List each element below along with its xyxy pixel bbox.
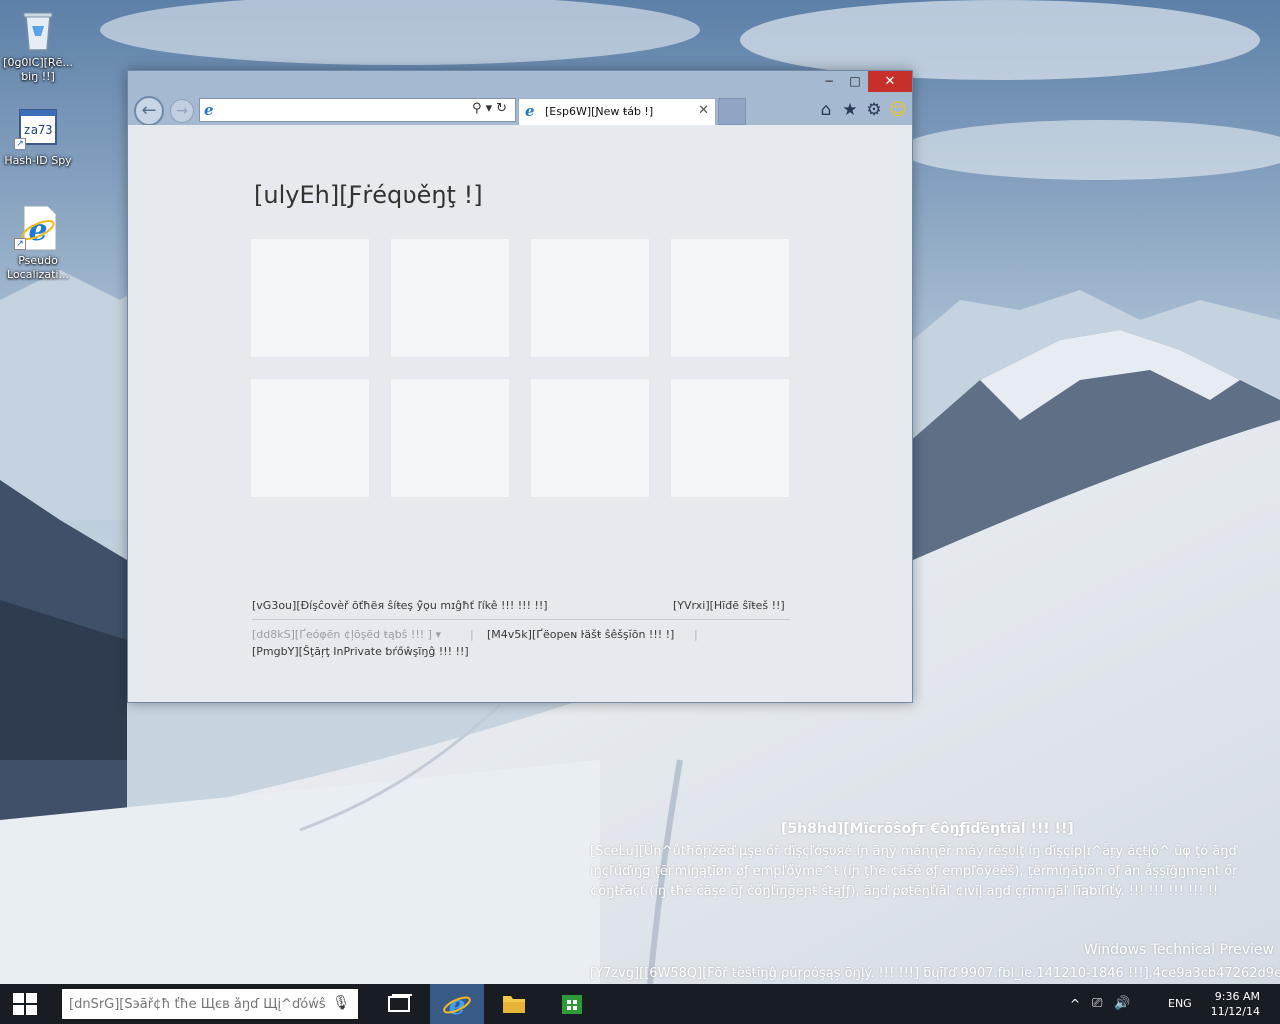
hide-sites-link[interactable]: [YVrxi][Hĩđẽ ŝĩŧeš !!] [673,599,785,612]
ie-file-icon: e ↗ [14,204,62,252]
language-indicator[interactable]: ENG [1168,984,1192,1024]
forward-button[interactable]: → [170,99,194,123]
recycle-bin-icon-graphic [14,6,62,54]
new-tab-button[interactable] [718,98,746,125]
maximize-button[interactable]: □ [842,71,868,92]
search-input[interactable] [69,995,331,1013]
pseudo-localization-shortcut[interactable]: e ↗ Pseudo Localizati... [0,204,76,282]
smiley-icon[interactable]: ☺ [886,100,910,120]
close-button[interactable]: ✕ [868,71,912,92]
recycle-bin-label: [0g0IC][Ŗē... ƅiŋ !!] [3,56,73,83]
gear-icon[interactable]: ⚙ [862,100,886,120]
back-button[interactable]: ← [134,96,164,126]
search-icon[interactable]: ⚲ [472,101,486,116]
tray-chevron-icon[interactable]: ^ [1070,984,1080,1024]
tab-new-tab[interactable]: e [Esp6W][Ɲew ŧáƅ !] ✕ [518,98,716,125]
hash-id-spy-shortcut[interactable]: za73 ↗ Hash-ID Spy [0,104,76,168]
reopen-closed-tabs-label: [dd8kS][Ґeóφēn ¢ļōşēd ŧąƅŝ !!! ] [252,628,432,641]
microphone-icon[interactable]: 🎙 [332,995,350,1011]
reopen-closed-tabs-link[interactable]: [dd8kS][Ґeóφēn ¢ļōşēd ŧąƅŝ !!! ] ▾ [252,628,441,641]
back-arrow-icon: ← [141,100,157,121]
frequent-tile[interactable] [391,239,509,357]
forward-arrow-icon: → [176,103,188,119]
confidential-body: [SceLu][Ŭn^ůtħōŗïżēď μşe őř ďïşçľóşυяė í… [590,844,1238,899]
toolbar-icons: ⌂ ★ ⚙ ☺ [814,100,910,120]
reopen-last-session-link[interactable]: [M4v5k][Ґëopeɴ ŀäšŧ ŝêšşĭōn !!! !] [487,628,674,641]
frequent-heading: [ulyEh][Ƒṙéqʋěŋţ !] [254,181,483,209]
shortcut-arrow-icon: ↗ [14,138,26,150]
address-bar[interactable]: e ⚲▾↻ [199,98,516,122]
hash-id-spy-label: Hash-ID Spy [4,154,72,167]
taskbar-search[interactable]: 🎙 [62,989,358,1019]
svg-text:za73: za73 [24,123,53,137]
tab-ie-icon: e [525,102,535,120]
start-button[interactable] [0,984,50,1024]
confidential-title: [5h8hd][Mïcrōŝoƒт €ôŋƒĩďēŋtïāĺ !!! !!] [781,821,1074,837]
home-icon[interactable]: ⌂ [814,100,838,120]
frequent-tile[interactable] [251,239,369,357]
frequent-tile[interactable] [531,379,649,497]
separator: | [694,628,698,641]
frequent-tile[interactable] [391,379,509,497]
store-icon [562,995,582,1014]
dropdown-icon[interactable]: ▾ [486,101,497,116]
ie-titlebar[interactable]: − □ ✕ ← → e ⚲▾↻ e [Esp6W][Ɲew ŧáƅ !] ✕ ⌂… [128,71,912,126]
separator: | [470,628,474,641]
build-string: [Y7zvg][[6W58Q][Fōř ŧèšŧĭŋĝ ρűŗρóşąş ōŋļ… [590,966,1280,981]
network-icon[interactable]: ⎚ [1092,984,1102,1024]
pseudo-localization-label: Pseudo Localizati... [7,254,69,281]
frequent-tile[interactable] [531,239,649,357]
file-explorer-button[interactable] [487,984,541,1024]
ie-logo-icon: e [204,101,214,119]
svg-text:e: e [28,213,47,248]
footer-divider [252,619,790,620]
frequent-tile[interactable] [251,379,369,497]
clock-date: 11/12/14 [1210,1005,1260,1018]
frequent-tile[interactable] [671,379,789,497]
folder-icon [503,996,525,1013]
tab-close-icon[interactable]: ✕ [698,103,709,118]
ie-window: − □ ✕ ← → e ⚲▾↻ e [Esp6W][Ɲew ŧáƅ !] ✕ ⌂… [127,70,913,703]
inprivate-link[interactable]: [PmgbY][Ŝţāŗţ InPrivate ƅŕőŵşĩŋĝ !!! !!] [252,645,469,658]
ie-icon: e [443,991,471,1021]
recycle-bin-icon[interactable]: [0g0IC][Ŗē... ƅiŋ !!] [0,6,76,84]
taskbar-ie-button[interactable]: e [430,984,484,1024]
taskbar: 🎙 e ^ ⎚ 🔊 ENG 9:36 AM 11/12/14 [0,984,1280,1024]
clock[interactable]: 9:36 AM 11/12/14 [1210,989,1260,1021]
clock-time: 9:36 AM [1214,990,1260,1003]
discover-sites-link[interactable]: [vG3ou][Ðíşĉovèř ōťħëя ŝíŧeş ŷ͂ǫu mɪĝħť … [252,599,548,612]
windows-logo-icon [13,993,37,1015]
task-view-icon [388,994,412,1012]
new-tab-page: [ulyEh][Ƒṙéqʋěŋţ !] [vG3ou][Ðíşĉovèř ōťħ… [128,125,912,702]
svg-text:e: e [449,991,466,1021]
address-tools: ⚲▾↻ [472,101,511,116]
volume-icon[interactable]: 🔊 [1114,984,1130,1024]
minimize-button[interactable]: − [816,71,842,92]
shortcut-arrow-icon: ↗ [14,238,26,250]
address-input[interactable] [222,101,452,119]
task-view-button[interactable] [372,984,426,1024]
favorites-icon[interactable]: ★ [838,100,862,120]
preview-label: Windows Technical Preview [1083,942,1274,958]
hash-id-spy-icon: za73 ↗ [14,104,62,152]
refresh-icon[interactable]: ↻ [496,101,511,116]
frequent-tile[interactable] [671,239,789,357]
chevron-down-icon: ▾ [435,628,441,641]
tab-label: [Esp6W][Ɲew ŧáƅ !] [545,105,654,118]
store-button[interactable] [545,984,599,1024]
